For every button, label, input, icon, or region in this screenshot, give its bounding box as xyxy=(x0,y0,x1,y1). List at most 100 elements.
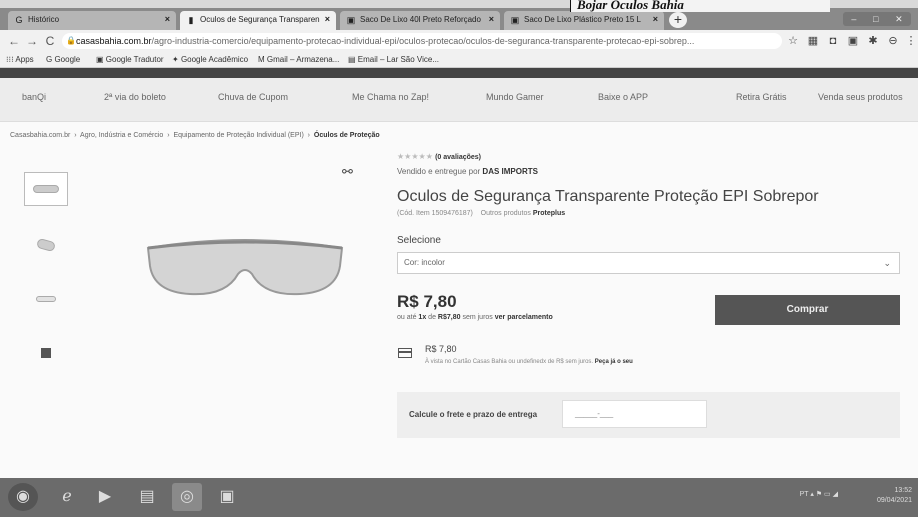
site-nav: banQi 2ª via do boleto Chuva de Cupom Me… xyxy=(0,78,918,122)
shipping-calculator: Calcule o frete e prazo de entrega _____… xyxy=(397,392,900,438)
color-select[interactable]: Cor: incolor ⌄ xyxy=(397,252,900,274)
overlay-title: Bojar Óculos Bahia xyxy=(570,0,830,12)
breadcrumb: Casasbahia.com.br › Agro, Indústria e Co… xyxy=(10,132,380,139)
forward-icon[interactable]: → xyxy=(24,33,40,49)
brand-link[interactable]: Proteplus xyxy=(533,210,565,217)
ie-icon[interactable]: ℯ xyxy=(52,483,82,511)
product-code: (Cód. Item 1509476187) Outros produtos P… xyxy=(397,210,566,217)
window-controls[interactable]: – □ ✕ xyxy=(843,12,911,26)
close-icon[interactable]: × xyxy=(165,14,170,24)
chrome-icon[interactable]: ◎ xyxy=(172,483,202,511)
address-bar: ← → C 🔒 casasbahia.com.br/agro-industria… xyxy=(0,30,918,52)
reload-icon[interactable]: C xyxy=(42,33,58,49)
product-thumbnail[interactable] xyxy=(24,172,68,206)
buy-button[interactable]: Comprar xyxy=(715,295,900,325)
bookmark-google[interactable]: G Google xyxy=(46,55,80,64)
nav-item[interactable]: Chuva de Cupom xyxy=(218,92,288,102)
url-path: /agro-industria-comercio/equipamento-pro… xyxy=(151,36,695,46)
tab-oculos[interactable]: ▮ Oculos de Segurança Transparen × xyxy=(180,11,336,30)
media-player-icon[interactable]: ▶ xyxy=(90,483,120,511)
page-icon: ▣ xyxy=(510,15,520,25)
tab-label: Saco De Lixo 40l Preto Reforçado xyxy=(360,15,481,24)
extension-icon[interactable]: ▣ xyxy=(846,34,860,48)
menu-icon[interactable]: ⋮ xyxy=(904,34,918,48)
card-offer-link[interactable]: Peça já o seu xyxy=(595,359,633,365)
card-price: R$ 7,80 xyxy=(425,344,457,354)
language-indicator[interactable]: PT xyxy=(800,491,809,498)
history-icon: G xyxy=(15,15,23,25)
nav-item[interactable]: Retira Grátis xyxy=(736,92,787,102)
new-tab-button[interactable]: + xyxy=(669,12,687,28)
url-input[interactable]: 🔒 casasbahia.com.br/agro-industria-comer… xyxy=(62,33,782,49)
bookmark-google-academico[interactable]: ✦ Google Acadêmico xyxy=(172,55,248,64)
bookmark-apps[interactable]: ⁝⁝⁝ Apps xyxy=(6,55,34,64)
product-title: Oculos de Segurança Transparente Proteçã… xyxy=(397,188,819,205)
installments: ou até 1x de R$7,80 sem juros ver parcel… xyxy=(397,314,553,321)
nav-item[interactable]: Me Chama no Zap! xyxy=(352,92,429,102)
glasses-thumb-image xyxy=(36,296,56,302)
product-thumbnail[interactable] xyxy=(24,228,68,262)
bookmark-gmail[interactable]: M Gmail – Armazena... xyxy=(258,55,339,64)
breadcrumb-current: Óculos de Proteção xyxy=(313,132,380,139)
shipping-label: Calcule o frete e prazo de entrega xyxy=(409,410,538,419)
maximize-icon[interactable]: □ xyxy=(873,14,878,24)
breadcrumb-item[interactable]: Equipamento de Proteção Individual (EPI) xyxy=(173,132,303,139)
site-top-strip xyxy=(0,68,918,78)
tab-historico[interactable]: G Histórico × xyxy=(8,11,176,30)
minimize-icon[interactable]: – xyxy=(851,14,856,24)
nav-item[interactable]: Mundo Gamer xyxy=(486,92,544,102)
close-icon[interactable]: ✕ xyxy=(895,14,903,25)
tab-label: Histórico xyxy=(28,15,60,24)
close-icon[interactable]: × xyxy=(653,14,658,24)
extension-icon[interactable]: ▦ xyxy=(806,34,820,48)
glasses-thumb-image xyxy=(33,185,59,193)
breadcrumb-item[interactable]: Casasbahia.com.br xyxy=(10,132,70,139)
price: R$ 7,80 xyxy=(397,292,457,311)
tab-saco-40l[interactable]: ▣ Saco De Lixo 40l Preto Reforçado × xyxy=(340,11,500,30)
puzzle-icon[interactable]: ✱ xyxy=(866,34,880,48)
nav-item[interactable]: banQi xyxy=(22,92,46,102)
url-domain: casasbahia.com.br xyxy=(76,36,152,46)
clock[interactable]: 13:52 09/04/2021 xyxy=(877,486,912,506)
back-icon[interactable]: ← xyxy=(6,33,22,49)
card-offer-text: À vista no Cartão Casas Bahia ou undefin… xyxy=(425,359,633,365)
tab-saco-15l[interactable]: ▣ Saco De Lixo Plástico Preto 15 L × xyxy=(504,11,664,30)
stars-icon: ★★★★★ xyxy=(397,152,433,161)
extension-icon[interactable]: ◘ xyxy=(826,34,840,48)
cep-input[interactable]: _____-___ xyxy=(562,400,707,428)
glasses-thumb-image xyxy=(36,237,56,253)
breadcrumb-item[interactable]: Agro, Indústria e Comércio xyxy=(80,132,163,139)
product-main-image xyxy=(146,239,344,296)
tab-label: Saco De Lixo Plástico Preto 15 L xyxy=(524,15,641,24)
select-label: Selecione xyxy=(397,235,441,246)
close-icon[interactable]: × xyxy=(489,14,494,24)
system-tray[interactable]: PT ▴ ⚑ ▭ ◢ xyxy=(800,490,838,498)
product-thumbnail[interactable] xyxy=(24,336,68,370)
tab-label: Oculos de Segurança Transparen xyxy=(200,15,320,24)
box-thumb-image xyxy=(41,348,51,358)
share-icon[interactable]: ⚯ xyxy=(342,164,353,180)
nav-item[interactable]: Baixe o APP xyxy=(598,92,648,102)
select-value: Cor: incolor xyxy=(404,258,445,267)
product-thumbnail[interactable] xyxy=(24,282,68,316)
app-icon[interactable]: ▣ xyxy=(212,483,242,511)
bookmark-google-tradutor[interactable]: ▣ Google Tradutor xyxy=(96,55,164,64)
casasbahia-icon: ▮ xyxy=(188,15,194,25)
nav-item[interactable]: 2ª via do boleto xyxy=(104,92,166,102)
installments-link[interactable]: ver parcelamento xyxy=(495,314,553,321)
seller-info: Vendido e entregue por DAS IMPORTS xyxy=(397,167,538,176)
os-taskbar: ◉ ℯ ▶ ▤ ◎ ▣ PT ▴ ⚑ ▭ ◢ 13:52 09/04/2021 xyxy=(0,478,918,517)
chevron-down-icon: ⌄ xyxy=(883,258,891,268)
product-page: Casasbahia.com.br › Agro, Indústria e Co… xyxy=(0,122,918,478)
profile-icon[interactable]: ⊖ xyxy=(886,34,900,48)
start-button[interactable]: ◉ xyxy=(8,483,38,511)
bookmarks-bar: ⁝⁝⁝ Apps G Google ▣ Google Tradutor ✦ Go… xyxy=(0,52,918,68)
seller-link[interactable]: DAS IMPORTS xyxy=(482,167,538,176)
nav-item[interactable]: Venda seus produtos xyxy=(818,92,903,102)
credit-card-icon xyxy=(398,348,412,358)
bookmark-email[interactable]: ▤ Email – Lar São Vice... xyxy=(348,55,439,64)
rating[interactable]: ★★★★★ (0 avaliações) xyxy=(397,152,481,161)
star-bookmark-icon[interactable]: ☆ xyxy=(786,34,800,48)
folder-icon[interactable]: ▤ xyxy=(132,483,162,511)
close-icon[interactable]: × xyxy=(325,14,330,24)
